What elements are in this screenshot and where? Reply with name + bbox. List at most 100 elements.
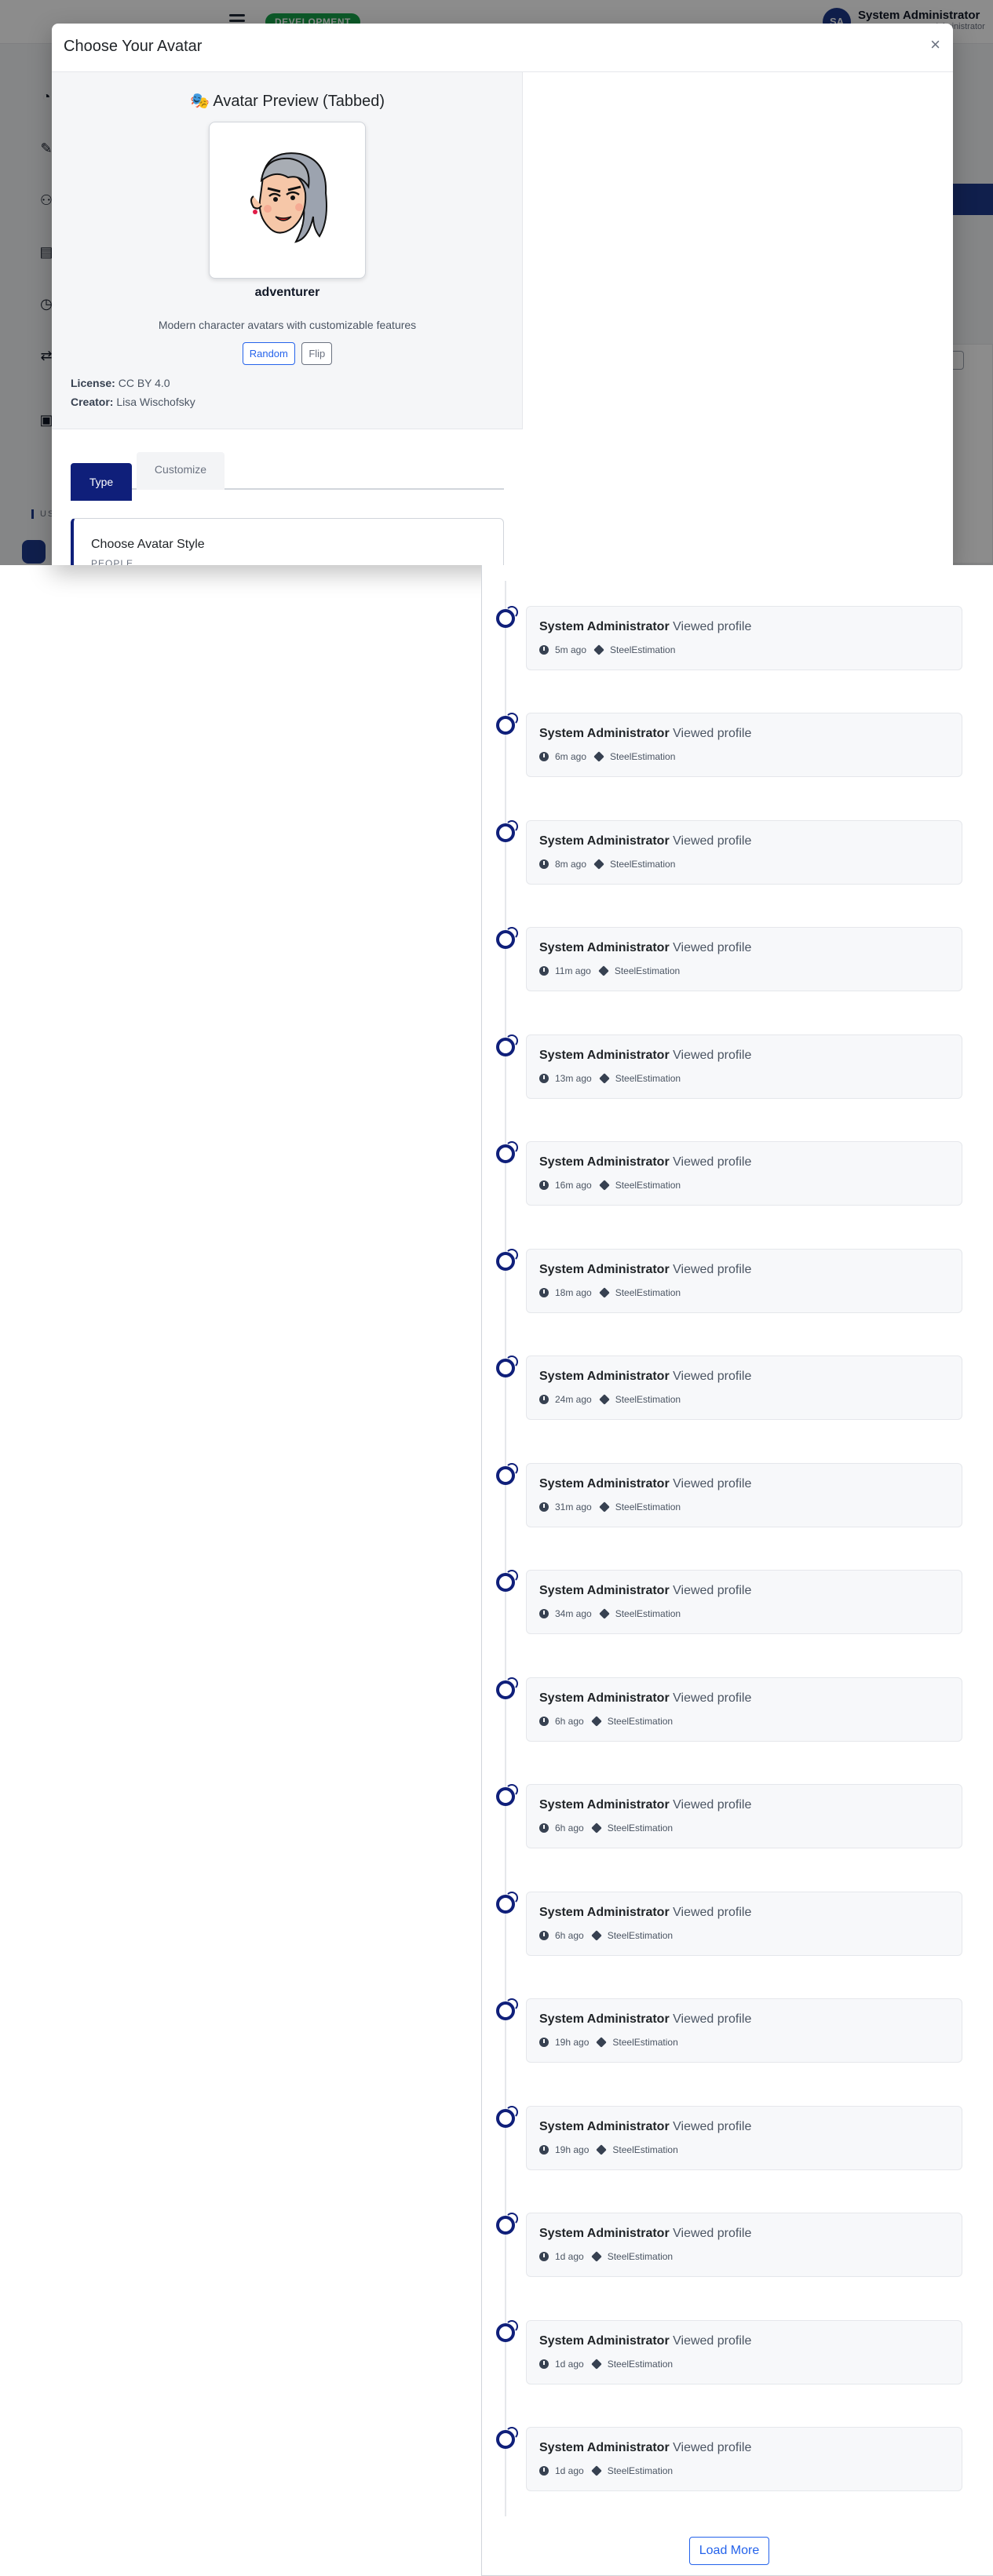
activity-meta: 1d ago SteelEstimation <box>539 2465 673 2476</box>
creator-label: Creator: <box>71 396 114 408</box>
tab-customize[interactable]: Customize <box>137 452 225 490</box>
load-more-button[interactable]: Load More <box>689 2537 769 2565</box>
cube-icon <box>590 2251 602 2262</box>
activity-card[interactable]: System Administrator Viewed profile 6h ag… <box>526 1677 962 1742</box>
activity-summary: System Administrator Viewed profile <box>539 1477 751 1491</box>
view-profile-icon <box>496 1034 518 1056</box>
activity-app: SteelEstimation <box>607 1823 674 1834</box>
clock-icon <box>539 1073 549 1083</box>
activity-card[interactable]: System Administrator Viewed profile 13m a… <box>526 1034 962 1099</box>
avatar-style-description: Modern character avatars with customizab… <box>158 319 417 331</box>
activity-action: Viewed profile <box>673 1905 752 1919</box>
activity-card[interactable]: System Administrator Viewed profile 16m a… <box>526 1141 962 1206</box>
random-button[interactable]: Random <box>242 342 295 365</box>
activity-card[interactable]: System Administrator Viewed profile 19h a… <box>526 1998 962 2063</box>
activity-user: System Administrator <box>539 1584 670 1598</box>
activity-user: System Administrator <box>539 834 670 848</box>
clock-icon <box>539 2465 549 2476</box>
activity-time: 5m ago <box>555 644 587 655</box>
view-profile-icon <box>496 819 518 842</box>
activity-user: System Administrator <box>539 620 670 633</box>
activity-card[interactable]: System Administrator Viewed profile 6h ag… <box>526 1891 962 1956</box>
cube-icon <box>590 2358 602 2370</box>
view-profile-icon <box>496 1784 518 1807</box>
clock-icon <box>539 1287 549 1297</box>
activity-app: SteelEstimation <box>607 2358 674 2370</box>
activity-meta: 19h ago SteelEstimation <box>539 2037 678 2048</box>
tab-type[interactable]: Type <box>71 463 132 501</box>
activity-summary: System Administrator Viewed profile <box>539 834 751 848</box>
activity-user: System Administrator <box>539 2227 670 2241</box>
flip-button[interactable]: Flip <box>301 342 333 365</box>
activity-card[interactable]: System Administrator Viewed profile 5m ag… <box>526 606 962 670</box>
activity-user: System Administrator <box>539 1155 670 1169</box>
activity-summary: System Administrator Viewed profile <box>539 1263 751 1277</box>
clock-icon <box>539 2252 549 2262</box>
activity-card[interactable]: System Administrator Viewed profile 1d ag… <box>526 2213 962 2278</box>
activity-meta: 24m ago SteelEstimation <box>539 1394 681 1405</box>
view-profile-icon <box>496 2426 518 2449</box>
activity-card[interactable]: System Administrator Viewed profile 1d ag… <box>526 2426 962 2491</box>
cube-icon <box>590 1715 602 1727</box>
activity-card[interactable]: System Administrator Viewed profile 34m a… <box>526 1570 962 1635</box>
activity-summary: System Administrator Viewed profile <box>539 1584 751 1598</box>
activity-time: 6h ago <box>555 1929 584 1941</box>
activity-app: SteelEstimation <box>614 965 681 977</box>
activity-card[interactable]: System Administrator Viewed profile 11m a… <box>526 927 962 992</box>
activity-time: 31m ago <box>555 1501 592 1512</box>
activity-meta: 11m ago SteelEstimation <box>539 965 680 976</box>
activity-app: SteelEstimation <box>615 1501 681 1512</box>
avatar-style-card[interactable]: Choose Avatar Style PEOPLE <box>71 518 504 565</box>
cube-icon <box>593 859 604 870</box>
style-card-title: Choose Avatar Style <box>91 538 205 551</box>
clock-icon <box>539 2359 549 2369</box>
activity-item: System Administrator Viewed profile 31m a… <box>482 1462 993 1527</box>
activity-action: Viewed profile <box>673 2119 752 2133</box>
activity-card[interactable]: System Administrator Viewed profile 8m ag… <box>526 819 962 885</box>
close-icon[interactable]: × <box>930 35 940 55</box>
clock-icon <box>539 1609 549 1619</box>
activity-meta: 34m ago SteelEstimation <box>539 1608 681 1619</box>
activity-time: 19h ago <box>555 2144 590 2155</box>
activity-card[interactable]: System Administrator Viewed profile 1d ag… <box>526 2319 962 2384</box>
view-profile-icon <box>496 1570 518 1593</box>
modal-header: Choose Your Avatar × <box>52 24 953 72</box>
activity-action: Viewed profile <box>673 1048 752 1062</box>
clock-icon <box>539 966 549 976</box>
creator-value: Lisa Wischofsky <box>116 396 195 408</box>
activity-action: Viewed profile <box>673 1691 752 1705</box>
activity-summary: System Administrator Viewed profile <box>539 1691 751 1706</box>
cube-icon <box>593 644 604 655</box>
license-value: CC BY 4.0 <box>118 377 170 389</box>
activity-card[interactable]: System Administrator Viewed profile 19h a… <box>526 2105 962 2170</box>
activity-card[interactable]: System Administrator Viewed profile 6h ag… <box>526 1784 962 1849</box>
avatar-preview-image <box>209 122 366 279</box>
activity-summary: System Administrator Viewed profile <box>539 620 751 634</box>
creator-info: Creator: Lisa Wischofsky <box>71 396 195 408</box>
activity-meta: 31m ago SteelEstimation <box>539 1501 681 1512</box>
activity-item: System Administrator Viewed profile 6h ag… <box>482 1891 993 1956</box>
cube-icon <box>596 2037 608 2048</box>
clock-icon <box>539 1395 549 1405</box>
activity-time: 19h ago <box>555 2037 590 2049</box>
preview-actions: Random Flip <box>52 342 523 365</box>
activity-time: 16m ago <box>555 1180 592 1191</box>
clock-icon <box>539 1716 549 1726</box>
view-profile-icon <box>496 2213 518 2235</box>
activity-card[interactable]: System Administrator Viewed profile 31m a… <box>526 1462 962 1527</box>
activity-time: 6m ago <box>555 751 587 763</box>
activity-card[interactable]: System Administrator Viewed profile 24m a… <box>526 1356 962 1421</box>
activity-action: Viewed profile <box>673 2333 752 2348</box>
cube-icon <box>598 1501 610 1512</box>
activity-card[interactable]: System Administrator Viewed profile 18m a… <box>526 1248 962 1313</box>
activity-card[interactable]: System Administrator Viewed profile 6m ag… <box>526 713 962 778</box>
activity-meta: 8m ago SteelEstimation <box>539 859 675 870</box>
cube-icon <box>598 1180 610 1191</box>
activity-item: System Administrator Viewed profile 6h ag… <box>482 1677 993 1742</box>
view-profile-icon <box>496 713 518 735</box>
activity-time: 1d ago <box>555 2251 584 2263</box>
activity-item: System Administrator Viewed profile 8m ag… <box>482 819 993 885</box>
activity-time: 1d ago <box>555 2358 584 2370</box>
activity-app: SteelEstimation <box>607 2251 674 2263</box>
activity-action: Viewed profile <box>673 1798 752 1812</box>
